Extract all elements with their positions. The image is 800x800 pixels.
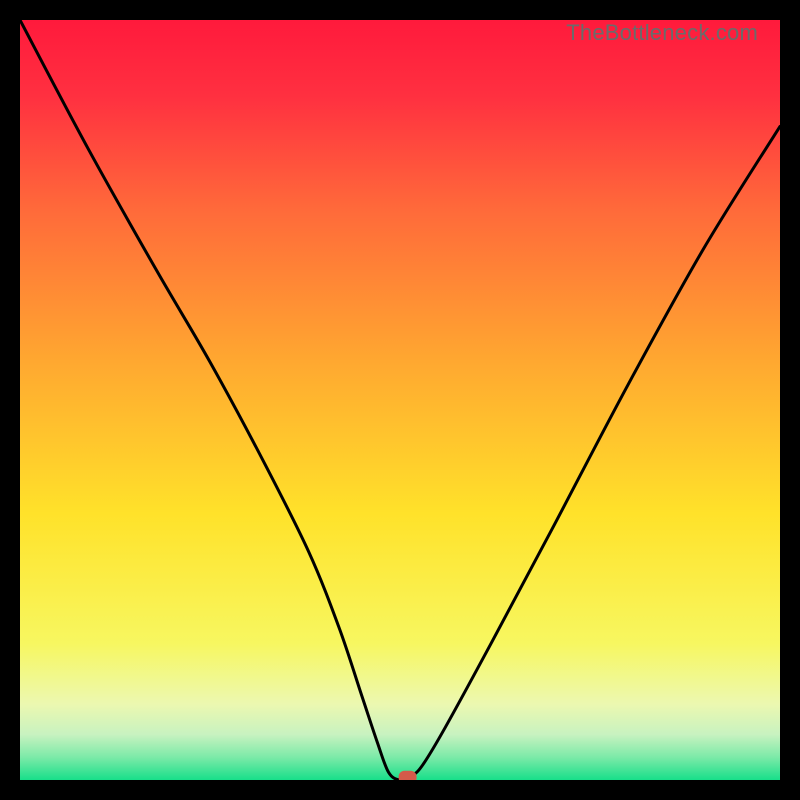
optimal-point-marker: [399, 771, 417, 780]
gradient-background: [20, 20, 780, 780]
watermark-text: TheBottleneck.com: [566, 20, 758, 46]
chart-frame: TheBottleneck.com: [20, 20, 780, 780]
bottleneck-chart: [20, 20, 780, 780]
